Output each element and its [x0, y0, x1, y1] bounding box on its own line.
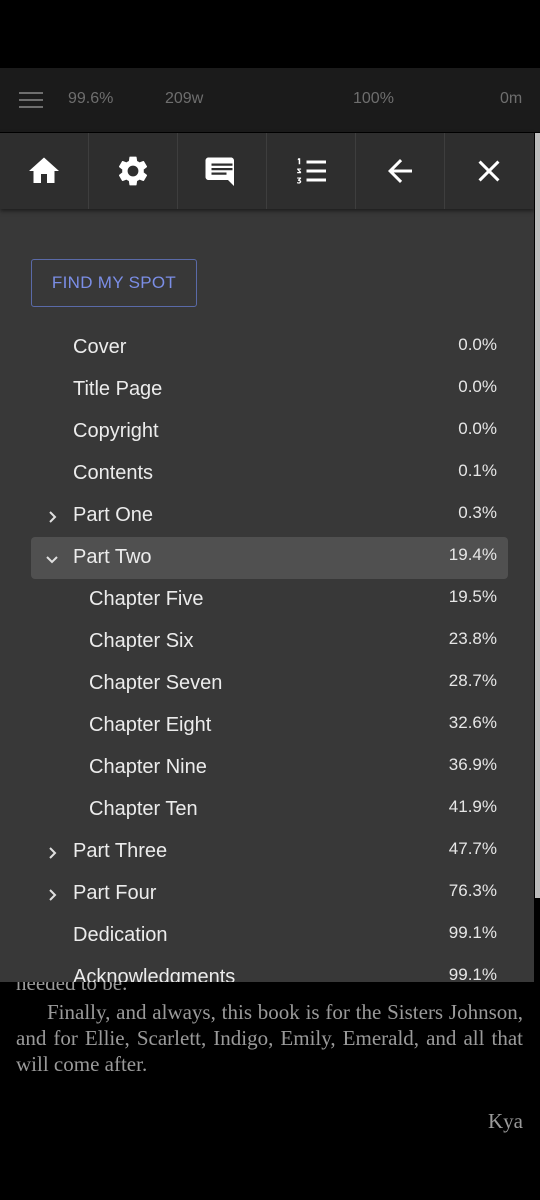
toc-item-percent: 0.0%	[458, 377, 497, 396]
toc-item-percent: 99.1%	[448, 923, 497, 942]
book-text: needed to be. Finally, and always, this …	[0, 971, 540, 1200]
toc-item-percent: 0.0%	[458, 335, 497, 354]
close-icon	[478, 160, 500, 182]
toc-item[interactable]: Title Page 0.0%	[31, 369, 508, 411]
time-left: 0m	[500, 90, 523, 107]
gear-icon	[118, 156, 148, 186]
toc-item-label: Chapter Ten	[89, 798, 198, 820]
toc-item[interactable]: Part Four 76.3%	[31, 873, 508, 915]
toc-item[interactable]: Chapter Eight 32.6%	[31, 705, 508, 747]
toc-item[interactable]: Chapter Nine 36.9%	[31, 747, 508, 789]
toc-item-percent: 32.6%	[448, 713, 497, 732]
toc-item-label: Chapter Five	[89, 588, 204, 610]
toc-item-percent: 0.0%	[458, 419, 497, 438]
menu-icon[interactable]	[19, 92, 43, 108]
toc-item-percent: 0.3%	[458, 503, 497, 522]
home-button[interactable]	[0, 133, 89, 209]
notes-button[interactable]	[178, 133, 267, 209]
toc-button[interactable]	[267, 133, 356, 209]
toc-item-percent: 47.7%	[448, 839, 497, 858]
toolbar	[0, 133, 534, 209]
toc-item-label: Chapter Seven	[89, 672, 223, 694]
close-button[interactable]	[445, 133, 534, 209]
toc-item-label: Part Two	[73, 546, 152, 568]
progress-percent: 99.6%	[68, 90, 114, 107]
toc-item-percent: 28.7%	[448, 671, 497, 690]
toc-item-label: Dedication	[73, 924, 168, 946]
toc-item[interactable]: Part Two 19.4%	[31, 537, 508, 579]
toc-item-label: Chapter Eight	[89, 714, 212, 736]
back-button[interactable]	[356, 133, 445, 209]
toc-item[interactable]: Chapter Seven 28.7%	[31, 663, 508, 705]
chevron-right-icon[interactable]	[44, 844, 60, 860]
toc-item[interactable]: Cover 0.0%	[31, 327, 508, 369]
toc-item[interactable]: Chapter Ten 41.9%	[31, 789, 508, 831]
toc-item-label: Part One	[73, 504, 154, 526]
home-icon	[29, 157, 59, 183]
toc-item[interactable]: Acknowledgments 99.1%	[31, 957, 508, 982]
toc-list: Cover 0.0% Title Page 0.0% Copyright 0.0% Cont…	[31, 327, 508, 982]
book-paragraph: Finally, and always, this book is for th…	[16, 1000, 523, 1076]
word-count: 209w	[165, 90, 204, 107]
toc-item-label: Part Three	[73, 840, 168, 862]
arrow-left-icon	[388, 159, 412, 183]
toc-item[interactable]: Part Three 47.7%	[31, 831, 508, 873]
chevron-down-icon[interactable]	[44, 550, 60, 566]
toc-item-label: Cover	[73, 336, 127, 358]
toc-item-label: Chapter Nine	[89, 756, 207, 778]
toc-item-label: Copyright	[73, 420, 159, 442]
toc-item-label: Part Four	[73, 882, 157, 904]
zoom-level: 100%	[353, 90, 394, 107]
find-my-spot-button[interactable]: FIND MY SPOT	[31, 259, 197, 307]
toc-panel: FIND MY SPOT Cover 0.0% Title Page 0.0% Copy…	[0, 209, 534, 982]
toc-item[interactable]: Chapter Five 19.5%	[31, 579, 508, 621]
toc-item[interactable]: Contents 0.1%	[31, 453, 508, 495]
chevron-right-icon[interactable]	[44, 886, 60, 902]
toc-item-percent: 19.4%	[448, 545, 497, 564]
toc-item-label: Acknowledgments	[73, 966, 236, 982]
toc-item-percent: 19.5%	[448, 587, 497, 606]
toc-item-percent: 36.9%	[448, 755, 497, 774]
numbered-list-icon	[296, 158, 326, 184]
settings-button[interactable]	[89, 133, 178, 209]
toc-item[interactable]: Copyright 0.0%	[31, 411, 508, 453]
toc-item[interactable]: Dedication 99.1%	[31, 915, 508, 957]
comment-icon	[205, 157, 236, 186]
toc-item-label: Chapter Six	[89, 630, 194, 652]
toc-item-label: Contents	[73, 462, 154, 484]
toc-item-percent: 0.1%	[458, 461, 497, 480]
reader-status-bar: 99.6% 209w 100% 0m	[0, 68, 540, 132]
toc-item[interactable]: Part One 0.3%	[31, 495, 508, 537]
chevron-right-icon[interactable]	[44, 508, 60, 524]
toc-item-label: Title Page	[73, 378, 163, 400]
toc-item-percent: 76.3%	[448, 881, 497, 900]
toc-item[interactable]: Chapter Six 23.8%	[31, 621, 508, 663]
toc-item-percent: 99.1%	[448, 965, 497, 982]
status-bar	[0, 0, 540, 68]
signature: Kya	[488, 1109, 523, 1133]
scrollbar[interactable]	[535, 133, 540, 898]
toc-item-percent: 41.9%	[448, 797, 497, 816]
toc-item-percent: 23.8%	[448, 629, 497, 648]
